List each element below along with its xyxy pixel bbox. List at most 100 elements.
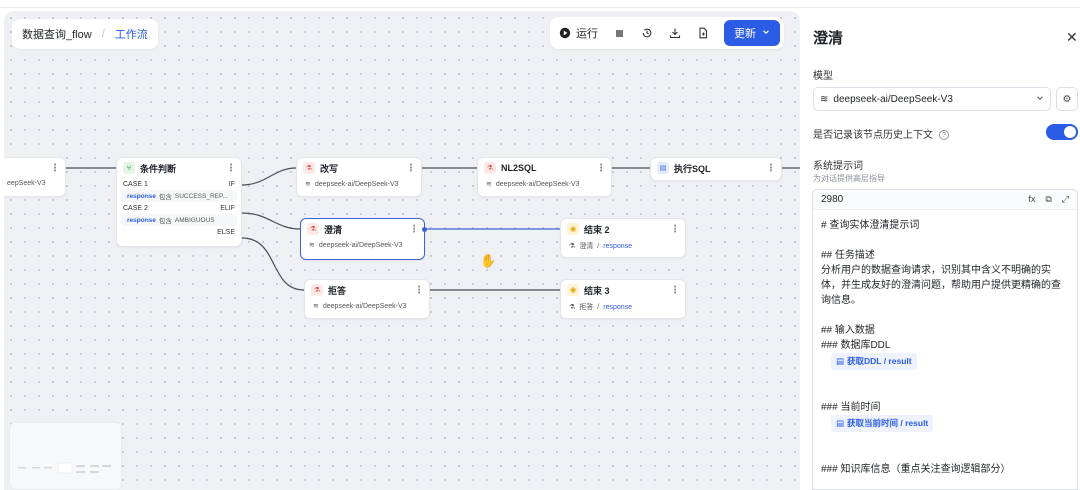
top-bar [0, 0, 1080, 8]
prompt-editor[interactable]: 2980 fx ⧉ ⤢ # 查询实体澄清提示词 ## 任务描述 分析用户的数据查… [812, 189, 1078, 490]
node-end2[interactable]: ◉ 结束 2 ⋮ ⚗ 澄清 / response [560, 218, 686, 258]
document-icon: ▤ [836, 356, 845, 366]
else-row: ELSE [217, 228, 235, 236]
prompt-line: ### 数据库DDL [821, 340, 891, 351]
node-title: 澄清 [324, 224, 343, 235]
more-icon[interactable]: ⋮ [766, 163, 776, 174]
model-select[interactable]: ≋ deepseek-ai/DeepSeek-V3 [813, 87, 1051, 111]
close-icon[interactable]: ✕ [1066, 29, 1078, 46]
node-model: deepseek-ai/DeepSeek-V3 [318, 241, 403, 249]
play-circle-icon [558, 26, 572, 40]
download-icon[interactable] [668, 26, 682, 40]
model-icon: ≋ [305, 181, 311, 188]
chevron-down-icon [762, 27, 770, 39]
tab-workflow[interactable]: 工作流 [115, 26, 148, 42]
document-icon: ▤ [657, 162, 669, 174]
help-icon[interactable]: ? [939, 130, 949, 141]
node-condition[interactable]: ⑂ 条件判断 ⋮ CASE 1 IF response 包含 SUCCESS_REP.… [116, 157, 242, 247]
llm-icon: ⚗ [303, 162, 315, 174]
flow-name[interactable]: 数据查询_flow [22, 26, 92, 42]
prompt-line: ## 任务描述 [821, 250, 875, 261]
node-rewrite[interactable]: ⚗ 改写 ⋮ ≋ deepseek-ai/DeepSeek-V3 [296, 157, 422, 197]
minimap[interactable] [9, 422, 122, 490]
more-icon[interactable]: ⋮ [670, 224, 680, 235]
variable-tag[interactable]: ▤ 获取DDL / result [831, 353, 917, 370]
prompt-sublabel: 为对话提供高层指导 [813, 174, 885, 183]
token-count: 2980 [821, 194, 844, 205]
more-icon[interactable]: ⋮ [409, 224, 419, 235]
variable-tag[interactable]: ▤ 获取当前时间 / result [831, 415, 934, 432]
node-title: 结束 2 [584, 224, 610, 235]
run-button[interactable]: 运行 [558, 25, 598, 41]
app-root: 数据查询_flow / 工作流 运行 更新 ⋮ eepSeek-V3 ⑂ 条件判… [0, 0, 1080, 490]
hand-cursor-icon: ✋ [480, 253, 497, 268]
case1-condition: response 包含 SUCCESS_REP... [121, 190, 237, 202]
prompt-line: # 查询实体澄清提示词 [821, 220, 920, 231]
more-icon[interactable]: ⋮ [414, 285, 424, 296]
workflow-canvas[interactable]: 数据查询_flow / 工作流 运行 更新 ⋮ eepSeek-V3 ⑂ 条件判… [4, 11, 800, 490]
update-label: 更新 [734, 28, 756, 40]
node-refuse[interactable]: ⚗ 拒答 ⋮ ≋ deepseek-ai/DeepSeek-V3 [304, 279, 430, 319]
editor-header: 2980 fx ⧉ ⤢ [813, 190, 1077, 210]
node-title: 拒答 [328, 285, 347, 296]
history-icon[interactable] [640, 26, 654, 40]
minimap-preview [18, 462, 111, 474]
model-icon: ≋ [486, 181, 492, 188]
more-icon[interactable]: ⋮ [406, 163, 416, 174]
node-nl2sql[interactable]: ⚗ NL2SQL ⋮ ≋ deepseek-ai/DeepSeek-V3 [477, 157, 612, 197]
case2-row: CASE 2 ELIF [123, 204, 235, 212]
prompt-line: ### 知识库信息（重点关注查询逻辑部分） [821, 464, 1011, 475]
end-icon: ◉ [567, 284, 579, 296]
llm-icon: ⚗ [484, 162, 496, 174]
node-end3[interactable]: ◉ 结束 3 ⋮ ⚗ 拒答 / response [560, 279, 686, 319]
node-settings-panel: 澄清 ✕ 模型 ≋ deepseek-ai/DeepSeek-V3 ⚙ 是否记录… [800, 11, 1080, 490]
model-icon: ≋ [313, 303, 319, 310]
prompt-line: ## 输入数据 [821, 325, 875, 336]
more-icon[interactable]: ⋮ [226, 163, 236, 174]
import-file-icon[interactable] [696, 26, 710, 40]
branch-icon: ⑂ [123, 162, 135, 174]
node-model: deepseek-ai/DeepSeek-V3 [495, 180, 580, 188]
node-llm-partial[interactable]: ⋮ eepSeek-V3 [4, 157, 66, 197]
node-model: deepseek-ai/DeepSeek-V3 [322, 302, 407, 310]
breadcrumb-separator: / [101, 28, 105, 40]
expand-icon[interactable]: ⤢ [1062, 194, 1069, 205]
node-title: 结束 3 [584, 285, 610, 296]
node-exec-sql[interactable]: ▤ 执行SQL ⋮ [650, 157, 782, 181]
case2-condition: response 包含 AMBIGUOUS [121, 214, 237, 226]
run-label: 运行 [576, 28, 598, 40]
stop-icon[interactable] [612, 26, 626, 40]
node-title: NL2SQL [501, 163, 537, 173]
node-title: 执行SQL [674, 163, 711, 174]
chevron-down-icon [1036, 94, 1044, 104]
model-icon: ≋ [820, 93, 829, 105]
node-clarify[interactable]: ⚗ 澄清 ⋮ ≋ deepseek-ai/DeepSeek-V3 [300, 218, 427, 260]
more-icon[interactable]: ⋮ [50, 163, 60, 174]
output-port[interactable] [422, 227, 427, 232]
canvas-toolbar: 运行 更新 [550, 17, 784, 49]
document-icon: ▤ [836, 418, 845, 428]
model-icon: ≋ [309, 242, 315, 249]
update-button[interactable]: 更新 [724, 20, 780, 46]
breadcrumb: 数据查询_flow / 工作流 [12, 19, 158, 49]
end-icon: ◉ [567, 223, 579, 235]
copy-icon[interactable]: ⧉ [1045, 194, 1051, 205]
prompt-label: 系统提示词 [813, 161, 863, 172]
more-icon[interactable]: ⋮ [670, 285, 680, 296]
node-model: deepseek-ai/DeepSeek-V3 [314, 180, 399, 188]
node-model: eepSeek-V3 [7, 180, 46, 187]
llm-icon: ⚗ [311, 284, 323, 296]
fx-icon[interactable]: fx [1028, 194, 1035, 205]
model-value: deepseek-ai/DeepSeek-V3 [833, 93, 953, 105]
panel-title: 澄清 [813, 30, 844, 47]
prompt-text[interactable]: # 查询实体澄清提示词 ## 任务描述 分析用户的数据查询请求，识别其中含义不明… [813, 210, 1077, 477]
node-title: 条件判断 [140, 163, 177, 174]
node-title: 改写 [320, 163, 339, 174]
history-toggle[interactable] [1046, 124, 1078, 140]
model-settings-button[interactable]: ⚙ [1056, 87, 1078, 111]
variable-icon: ⚗ [569, 243, 576, 250]
more-icon[interactable]: ⋮ [596, 163, 606, 174]
prompt-line: ### 当前时间 [821, 402, 881, 413]
model-label: 模型 [813, 71, 833, 82]
sliders-icon: ⚙ [1062, 93, 1072, 105]
